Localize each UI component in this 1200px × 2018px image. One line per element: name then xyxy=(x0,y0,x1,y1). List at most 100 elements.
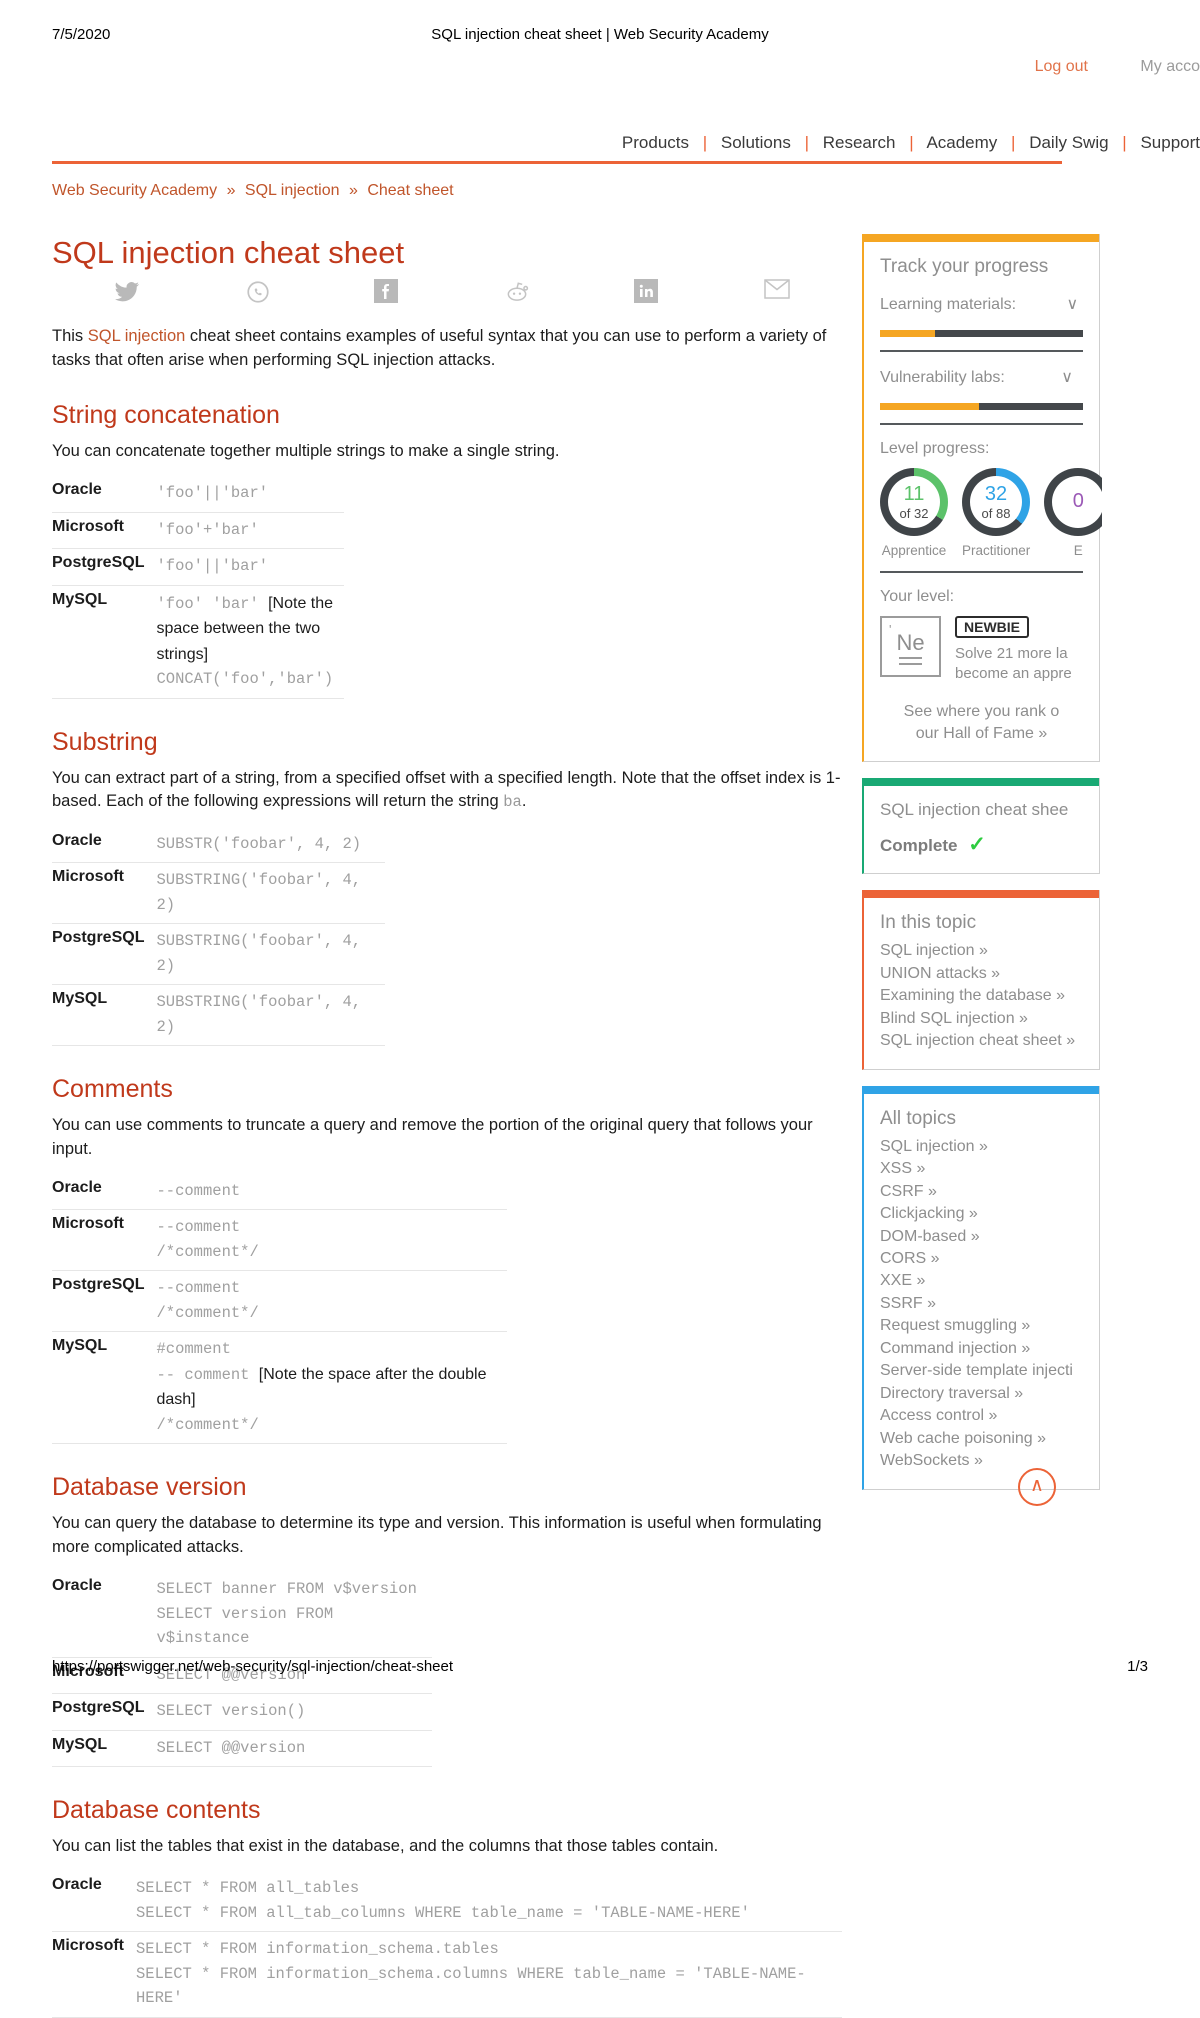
db-label: PostgreSQL xyxy=(52,1270,157,1333)
in-this-topic-list: SQL injection » UNION attacks » Examinin… xyxy=(880,940,1083,1052)
element-symbol: Ne xyxy=(896,630,925,655)
all-topics-list: SQL injection » XSS » CSRF » Clickjackin… xyxy=(880,1136,1083,1473)
sql-injection-link[interactable]: SQL injection xyxy=(88,327,186,345)
element-underline xyxy=(899,657,922,665)
list-item[interactable]: Access control » xyxy=(880,1405,1083,1427)
in-this-topic-title: In this topic xyxy=(880,912,977,934)
donut-caption: E xyxy=(1073,543,1083,558)
all-topics-card: All topics SQL injection » XSS » CSRF » … xyxy=(862,1085,1100,1490)
code-line: -- comment xyxy=(156,1365,250,1384)
db-label: Oracle xyxy=(52,476,157,513)
db-label: PostgreSQL xyxy=(52,923,157,986)
print-url: https://portswigger.net/web-security/sql… xyxy=(52,1658,454,1675)
level-badge: NEWBIE xyxy=(955,616,1029,638)
nav-item-academy[interactable]: Academy xyxy=(926,133,997,152)
list-item[interactable]: XXE » xyxy=(880,1270,1083,1292)
list-item[interactable]: CORS » xyxy=(880,1248,1083,1270)
whatsapp-icon[interactable] xyxy=(245,279,271,305)
check-icon: ✓ xyxy=(968,833,986,857)
nav-item-research[interactable]: Research xyxy=(823,133,896,152)
linkedin-icon[interactable] xyxy=(634,279,660,305)
donut-inner: 0 xyxy=(1052,476,1102,528)
complete-status: Complete ✓ xyxy=(880,832,1083,857)
list-item[interactable]: Command injection » xyxy=(880,1338,1083,1360)
breadcrumb-chevron-icon: » xyxy=(348,182,358,199)
list-item[interactable]: XSS » xyxy=(880,1158,1083,1180)
breadcrumb-item-cheat-sheet[interactable]: Cheat sheet xyxy=(367,182,453,199)
list-item[interactable]: SQL injection » xyxy=(880,1136,1083,1158)
breadcrumb-item-academy[interactable]: Web Security Academy xyxy=(52,182,217,199)
list-item[interactable]: Directory traversal » xyxy=(880,1383,1083,1405)
code-line: #comment xyxy=(156,1340,231,1359)
reference-table-database-contents: Oracle SELECT * FROM all_tables SELECT *… xyxy=(52,1871,842,2018)
nav-separator: | xyxy=(909,133,914,152)
breadcrumb: Web Security Academy » SQL injection » C… xyxy=(52,182,454,200)
section-heading-database-contents: Database contents xyxy=(52,1796,261,1825)
table-row: PostgreSQL --comment /*comment*/ xyxy=(52,1270,507,1333)
list-item[interactable]: Server-side template injecti xyxy=(880,1360,1083,1382)
table-row: Oracle SUBSTR('foobar', 4, 2) xyxy=(52,826,385,864)
nav-item-support[interactable]: Support xyxy=(1140,133,1200,152)
card-accent-bar xyxy=(864,1085,1099,1094)
vulnerability-labs-progressbar xyxy=(880,403,1083,410)
account-bar: Log out My acco xyxy=(0,58,1200,86)
track-progress-card: Track your progress Learning materials: … xyxy=(862,234,1102,763)
db-label: MySQL xyxy=(52,1730,157,1768)
table-row: MySQL 'foo' 'bar' [Note the space betwee… xyxy=(52,585,344,699)
page-title: SQL injection cheat sheet xyxy=(52,235,405,270)
list-item[interactable]: SSRF » xyxy=(880,1293,1083,1315)
donut-caption: Apprentice xyxy=(881,543,947,558)
log-out-link[interactable]: Log out xyxy=(1035,58,1088,75)
level-progress-circles: 11 of 32 Apprentice 32 of 88 Practitione… xyxy=(880,468,1102,558)
progress-fill xyxy=(880,330,935,337)
hall-of-fame-line-2: our Hall of Fame » xyxy=(915,724,1048,742)
section-heading-string-concatenation: String concatenation xyxy=(52,401,280,430)
list-item[interactable]: CSRF » xyxy=(880,1181,1083,1203)
code-line: SELECT banner FROM v$version xyxy=(156,1580,417,1599)
my-account-link[interactable]: My acco xyxy=(1140,58,1200,75)
list-item[interactable]: Web cache poisoning » xyxy=(880,1428,1083,1450)
twitter-icon[interactable] xyxy=(114,279,140,305)
code-line: 'foo' 'bar' xyxy=(156,594,259,613)
your-level-label: Your level: xyxy=(880,588,955,605)
list-item[interactable]: WebSockets » xyxy=(880,1450,1083,1472)
list-item[interactable]: UNION attacks » xyxy=(880,963,1083,985)
db-label: Microsoft xyxy=(52,1209,157,1272)
reddit-icon[interactable] xyxy=(504,279,530,305)
donut-total: of 88 xyxy=(981,505,1011,521)
facebook-icon[interactable] xyxy=(374,279,400,305)
code-line: /*comment*/ xyxy=(156,1415,259,1434)
list-item[interactable]: Blind SQL injection » xyxy=(880,1008,1083,1030)
hall-of-fame-link[interactable]: See where you rank o our Hall of Fame » xyxy=(880,701,1083,746)
donut-expert: 0 xyxy=(1044,468,1102,536)
code-line: SELECT * FROM all_tables xyxy=(136,1879,360,1898)
section-intro-database-version: You can query the database to determine … xyxy=(52,1514,822,1556)
section-heading-comments: Comments xyxy=(52,1075,173,1104)
list-item[interactable]: SQL injection cheat sheet » xyxy=(880,1030,1083,1052)
divider xyxy=(880,571,1083,573)
email-icon[interactable] xyxy=(764,279,790,305)
table-row: PostgreSQL SUBSTRING('foobar', 4, 2) xyxy=(52,923,385,986)
level-detail: NEWBIE Solve 21 more la become an appre xyxy=(955,616,1072,685)
list-item[interactable]: Examining the database » xyxy=(880,985,1083,1007)
level-hint-line-2: become an appre xyxy=(955,665,1072,683)
scroll-to-top-icon[interactable]: ∧ xyxy=(1018,1468,1056,1506)
donut-count: 32 xyxy=(984,482,1008,505)
element-tile-icon: ' Ne xyxy=(880,616,941,677)
nav-item-solutions[interactable]: Solutions xyxy=(721,133,791,152)
card-accent-bar xyxy=(864,778,1099,787)
list-item[interactable]: DOM-based » xyxy=(880,1226,1083,1248)
nav-item-products[interactable]: Products xyxy=(622,133,689,152)
reference-table-comments: Oracle --comment Microsoft --comment /*c… xyxy=(52,1173,507,1445)
table-row: Microsoft --comment /*comment*/ xyxy=(52,1209,507,1272)
code-cell: SELECT * FROM information_schema.tables … xyxy=(136,1931,842,2018)
code-line: 'foo'||'bar' xyxy=(156,557,269,576)
list-item[interactable]: Request smuggling » xyxy=(880,1315,1083,1337)
list-item[interactable]: SQL injection » xyxy=(880,940,1083,962)
list-item[interactable]: Clickjacking » xyxy=(880,1203,1083,1225)
code-cell: SELECT version() xyxy=(156,1693,432,1731)
breadcrumb-item-sql-injection[interactable]: SQL injection xyxy=(245,182,340,199)
code-line: --comment xyxy=(156,1279,241,1298)
donut-practitioner: 32 of 88 xyxy=(962,468,1030,536)
nav-item-daily-swig[interactable]: Daily Swig xyxy=(1029,133,1108,152)
